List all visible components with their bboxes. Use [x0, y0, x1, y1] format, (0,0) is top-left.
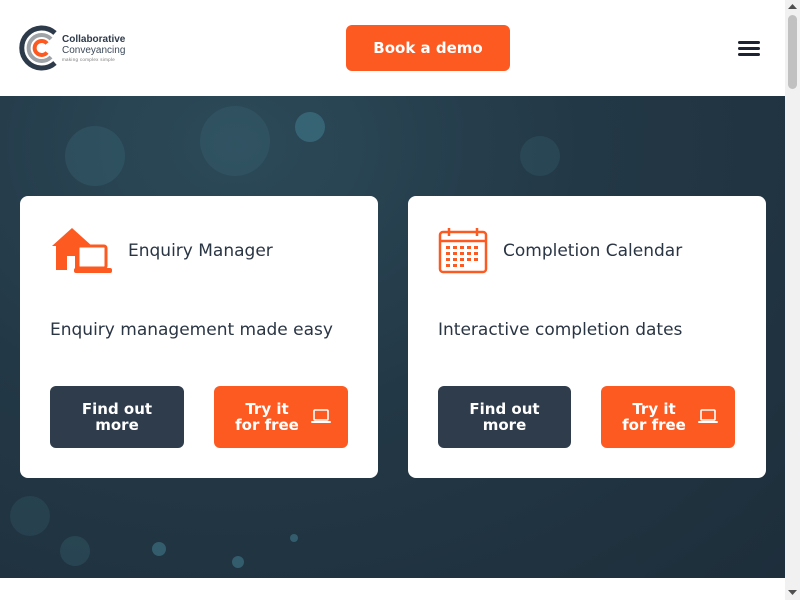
card-completion-calendar: Completion Calendar Interactive completi… [408, 196, 766, 478]
try-free-button[interactable]: Try it for free [601, 386, 735, 448]
calendar-icon [438, 228, 488, 274]
scroll-up-icon[interactable] [788, 3, 797, 11]
find-out-more-button[interactable]: Find out more [438, 386, 571, 448]
card-enquiry-manager: Enquiry Manager Enquiry management made … [20, 196, 378, 478]
logo-tagline: making complex simple [62, 57, 116, 62]
card-subtitle: Interactive completion dates [438, 320, 683, 340]
card-subtitle: Enquiry management made easy [50, 320, 333, 340]
bokeh-decoration [60, 536, 90, 566]
hamburger-icon[interactable] [738, 41, 760, 57]
logo-mark-icon [19, 25, 57, 71]
hero-section: Enquiry Manager Enquiry management made … [0, 96, 785, 578]
house-laptop-icon [52, 228, 112, 273]
bokeh-decoration [152, 542, 166, 556]
bokeh-decoration [232, 556, 244, 568]
card-title: Enquiry Manager [128, 241, 273, 261]
card-title: Completion Calendar [503, 241, 683, 261]
scroll-down-icon[interactable] [788, 588, 797, 596]
bokeh-decoration [520, 136, 560, 176]
try-free-label: Try it for free [235, 400, 299, 434]
logo-line1: Collaborative [62, 34, 126, 45]
logo-text: Collaborative Conveyancing making comple… [62, 34, 125, 64]
try-free-button[interactable]: Try it for free [214, 386, 348, 448]
laptop-icon [698, 409, 718, 423]
bokeh-decoration [295, 112, 325, 142]
logo-line2: Conveyancing [62, 45, 126, 56]
scrollbar-thumb[interactable] [788, 15, 797, 89]
scrollbar[interactable] [785, 0, 800, 600]
book-demo-button[interactable]: Book a demo [346, 25, 510, 71]
try-free-label: Try it for free [622, 400, 686, 434]
logo[interactable]: Collaborative Conveyancing making comple… [19, 24, 129, 72]
bokeh-decoration [200, 106, 270, 176]
find-out-more-button[interactable]: Find out more [50, 386, 184, 448]
find-out-more-label: Find out more [81, 400, 153, 434]
find-out-more-label: Find out more [469, 400, 540, 434]
bokeh-decoration [65, 126, 125, 186]
bokeh-decoration [10, 496, 50, 536]
site-header: Collaborative Conveyancing making comple… [0, 0, 785, 96]
laptop-icon [311, 409, 331, 423]
bokeh-decoration [290, 534, 298, 542]
